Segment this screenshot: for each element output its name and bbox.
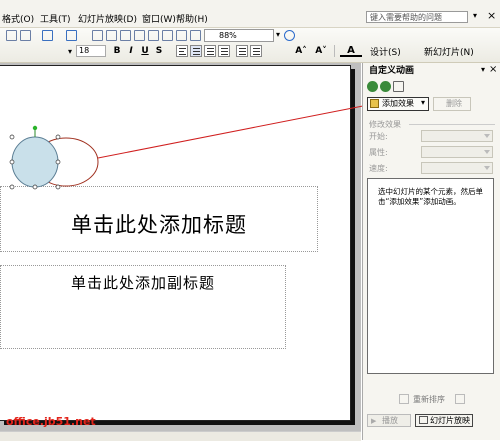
play-icon: ▶: [371, 417, 377, 425]
add-effect-dropdown-icon[interactable]: ▾: [421, 98, 425, 107]
forward-icon[interactable]: [380, 81, 391, 92]
reorder-label: 重新排序: [413, 395, 445, 404]
selected-oval-shape[interactable]: [11, 136, 59, 188]
effect-list[interactable]: 选中幻灯片的某个元素，然后单击“添加效果”添加动画。: [367, 178, 494, 374]
property-label: 属性:: [369, 148, 388, 157]
modify-effect-heading: 修改效果: [369, 120, 401, 129]
speed-select[interactable]: [421, 162, 493, 174]
divider: [409, 124, 495, 125]
watermark: office.jb51.net: [6, 415, 96, 428]
move-up-icon[interactable]: [399, 394, 409, 404]
effect-list-message: 选中幻灯片的某个元素，然后单击“添加效果”添加动画。: [378, 187, 483, 206]
speed-label: 速度:: [369, 164, 388, 173]
slideshow-icon: [419, 416, 428, 424]
star-icon: [370, 99, 379, 108]
start-label: 开始:: [369, 132, 388, 141]
back-icon[interactable]: [367, 81, 378, 92]
pane-close-button[interactable]: ×: [489, 64, 497, 75]
start-select[interactable]: [421, 130, 493, 142]
custom-animation-pane: 自定义动画 ▾ × 添加效果 ▾ 删除 修改效果 开始: 属性: 速度: 选中幻…: [362, 63, 500, 440]
property-select[interactable]: [421, 146, 493, 158]
reorder-row: 重新排序: [367, 394, 494, 406]
home-icon[interactable]: [393, 81, 404, 92]
pointer-arrow: [97, 104, 369, 159]
pane-menu-icon[interactable]: ▾: [481, 65, 485, 74]
move-down-icon[interactable]: [455, 394, 465, 404]
task-pane-title: 自定义动画: [369, 66, 415, 76]
remove-effect-button[interactable]: 删除: [433, 97, 471, 111]
rotate-handle[interactable]: [32, 125, 38, 131]
